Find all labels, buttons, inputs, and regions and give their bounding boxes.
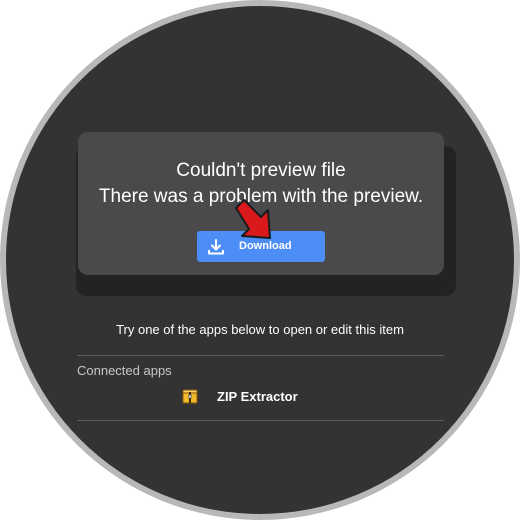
divider: [77, 355, 444, 356]
connected-apps-heading: Connected apps: [77, 363, 172, 378]
app-label: ZIP Extractor: [217, 389, 298, 404]
preview-viewport: Couldn't preview file There was a proble…: [6, 6, 514, 514]
screenshot-stage: Couldn't preview file There was a proble…: [0, 0, 520, 520]
divider: [77, 420, 444, 421]
download-icon: [208, 239, 224, 255]
error-title: Couldn't preview file: [176, 160, 346, 181]
zip-extractor-icon: [182, 389, 198, 404]
app-item-zip-extractor[interactable]: ZIP Extractor: [176, 386, 326, 408]
red-arrow-icon: [235, 199, 271, 239]
apps-hint-text: Try one of the apps below to open or edi…: [116, 322, 404, 337]
